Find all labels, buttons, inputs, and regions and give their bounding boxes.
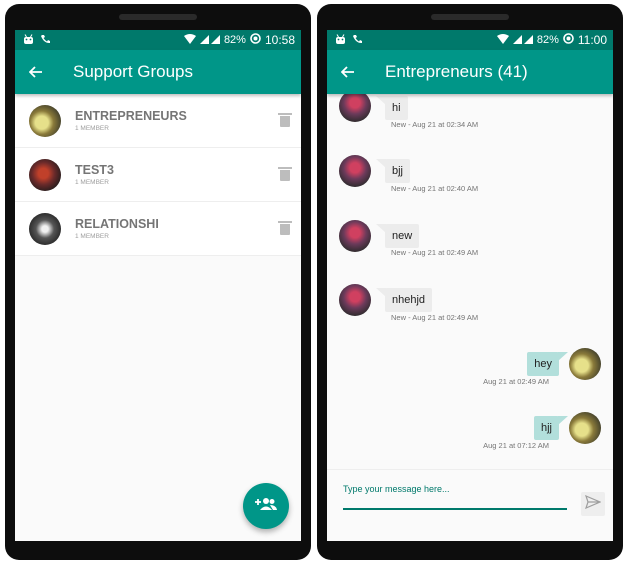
page-title: Support Groups xyxy=(73,62,194,81)
back-arrow-icon[interactable] xyxy=(340,62,371,83)
call-icon xyxy=(352,34,363,47)
sender-avatar xyxy=(339,90,371,122)
message-meta: New - Aug 21 at 02:34 AM xyxy=(391,120,479,129)
message-bubble-own: hey xyxy=(527,352,568,376)
group-member-count: 1 MEMBER xyxy=(75,179,109,186)
group-name: ENTREPRENEURS xyxy=(75,109,187,123)
call-icon xyxy=(40,34,51,47)
signal-icon xyxy=(199,34,220,47)
battery-icon xyxy=(250,33,261,47)
message-bubble: hi xyxy=(376,96,408,120)
own-avatar xyxy=(569,412,601,444)
android-icon xyxy=(23,33,34,47)
sender-avatar xyxy=(339,220,371,252)
message-bubble: bjj xyxy=(375,159,411,183)
group-list: ENTREPRENEURS 1 MEMBER TEST3 1 MEMBER RE… xyxy=(15,94,301,256)
group-member-count: 1 MEMBER xyxy=(75,233,109,240)
group-avatar xyxy=(29,104,61,137)
group-avatar xyxy=(29,158,61,191)
group-name: TEST3 xyxy=(75,163,114,177)
android-icon xyxy=(335,33,346,47)
message-meta: New - Aug 21 at 02:49 AM xyxy=(391,248,479,257)
message-composer: Type your message here... xyxy=(327,469,613,541)
trash-icon[interactable] xyxy=(278,113,292,127)
phone-group-chat: 82% 11:00 Entrepreneurs (41) hi New - Au… xyxy=(317,4,623,560)
app-bar: Entrepreneurs (41) xyxy=(327,50,613,94)
status-bar: 82% 10:58 xyxy=(15,30,301,50)
page-title: Entrepreneurs (41) xyxy=(385,62,528,81)
group-member-count: 1 MEMBER xyxy=(75,125,109,132)
clock: 10:58 xyxy=(264,33,295,47)
wifi-icon xyxy=(496,33,509,47)
group-row-test3[interactable]: TEST3 1 MEMBER xyxy=(15,148,301,202)
screen: 82% 11:00 Entrepreneurs (41) hi New - Au… xyxy=(327,30,613,541)
group-add-icon xyxy=(255,497,277,516)
message-bubble-own: hjj xyxy=(533,416,569,440)
add-group-button[interactable] xyxy=(243,483,289,529)
message-meta: New - Aug 21 at 02:40 AM xyxy=(391,184,479,193)
app-bar: Support Groups xyxy=(15,50,301,94)
message-input[interactable]: Type your message here... xyxy=(343,484,567,510)
sender-avatar xyxy=(339,155,371,187)
message-meta: New - Aug 21 at 02:49 AM xyxy=(391,313,479,322)
send-icon xyxy=(585,494,602,514)
send-button[interactable] xyxy=(581,492,605,516)
group-row-relationshi[interactable]: RELATIONSHI 1 MEMBER xyxy=(15,202,301,256)
message-bubble: new xyxy=(375,224,420,248)
message-meta: Aug 21 at 07:12 AM xyxy=(483,441,549,450)
message-bubble: nhehjd xyxy=(375,288,433,312)
clock: 11:00 xyxy=(577,33,607,47)
group-avatar xyxy=(29,212,61,245)
phone-speaker xyxy=(119,14,197,20)
group-name: RELATIONSHI xyxy=(75,217,159,231)
back-arrow-icon[interactable] xyxy=(28,62,59,83)
trash-icon[interactable] xyxy=(278,221,292,235)
message-meta: Aug 21 at 02:49 AM xyxy=(483,377,549,386)
phone-support-groups: 82% 10:58 Support Groups ENTREPRENEURS 1… xyxy=(5,4,311,560)
status-bar: 82% 11:00 xyxy=(327,30,613,50)
sender-avatar xyxy=(339,284,371,316)
signal-icon xyxy=(512,34,533,47)
battery-percent: 82% xyxy=(223,34,246,46)
phone-speaker xyxy=(431,14,509,20)
battery-percent: 82% xyxy=(536,34,559,46)
group-row-entrepreneurs[interactable]: ENTREPRENEURS 1 MEMBER xyxy=(15,94,301,148)
own-avatar xyxy=(569,348,601,380)
screen: 82% 10:58 Support Groups ENTREPRENEURS 1… xyxy=(15,30,301,541)
trash-icon[interactable] xyxy=(278,167,292,181)
wifi-icon xyxy=(183,33,196,47)
battery-icon xyxy=(563,33,574,47)
message-list: hi New - Aug 21 at 02:34 AM bjj New - Au… xyxy=(327,90,613,469)
